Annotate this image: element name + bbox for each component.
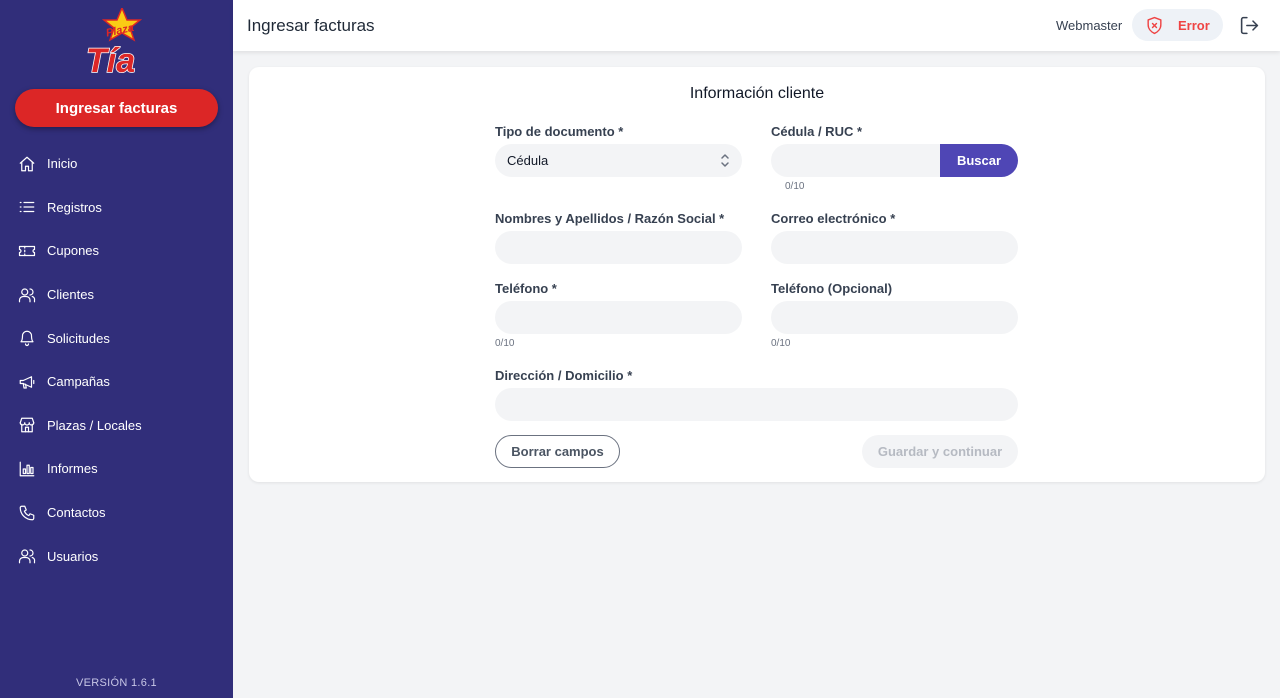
id-input-wrapper xyxy=(771,144,961,177)
status-text: Error xyxy=(1178,17,1210,33)
form-title: Información cliente xyxy=(689,85,825,102)
name-input-wrapper xyxy=(495,231,742,264)
phone2-input[interactable] xyxy=(771,301,1018,334)
chart-icon xyxy=(19,461,35,477)
sidebar-item-label: Contactos xyxy=(47,505,106,521)
sidebar-item-solicitudes[interactable]: Solicitudes xyxy=(0,316,233,360)
sidebar-item-label: Cupones xyxy=(47,243,100,259)
client-info-card: Información cliente Tipo de documento * … xyxy=(249,67,1265,482)
sidebar-item-usuarios[interactable]: Usuarios xyxy=(0,534,233,578)
logout-icon xyxy=(1240,16,1259,35)
phone2-input-wrapper xyxy=(771,301,1018,334)
sidebar-item-campanas[interactable]: Campañas xyxy=(0,360,233,404)
users-icon xyxy=(18,287,36,302)
svg-text:Tía: Tía xyxy=(86,42,135,76)
clear-fields-button[interactable]: Borrar campos xyxy=(495,435,620,468)
sidebar-item-label: Inicio xyxy=(47,156,78,172)
email-input[interactable] xyxy=(771,231,1018,264)
save-continue-button[interactable]: Guardar y continuar xyxy=(862,435,1018,468)
sidebar-item-inicio[interactable]: Inicio xyxy=(0,142,233,186)
sidebar-item-label: Solicitudes xyxy=(47,330,110,346)
list-icon xyxy=(19,202,35,213)
shield-x-icon xyxy=(1147,16,1162,34)
address-input[interactable] xyxy=(495,388,1018,421)
id-label: Cédula / RUC * xyxy=(771,124,863,139)
users-icon xyxy=(18,549,36,564)
phone-input[interactable] xyxy=(495,301,742,334)
user-name: Webmaster xyxy=(1056,18,1123,33)
sidebar-item-contactos[interactable]: Contactos xyxy=(0,491,233,535)
name-input[interactable] xyxy=(495,231,742,264)
email-label: Correo electrónico * xyxy=(771,211,896,226)
sidebar-item-informes[interactable]: Informes xyxy=(0,447,233,491)
top-header: Ingresar facturas Webmaster Error xyxy=(233,0,1280,51)
megaphone-icon xyxy=(19,375,35,389)
phone2-label: Teléfono (Opcional) xyxy=(771,281,893,296)
sidebar-item-label: Informes xyxy=(47,461,98,477)
name-label: Nombres y Apellidos / Razón Social * xyxy=(495,211,725,226)
ticket-icon xyxy=(18,245,36,257)
sidebar-item-clientes[interactable]: Clientes xyxy=(0,273,233,317)
sidebar-item-cupones[interactable]: Cupones xyxy=(0,229,233,273)
store-icon xyxy=(19,418,35,433)
phone2-counter: 0/10 xyxy=(771,338,791,349)
sidebar: Plaza Tía Ingresar facturas Inicio Regis… xyxy=(0,0,233,698)
sidebar-item-label: Campañas xyxy=(47,374,110,390)
sidebar-item-label: Usuarios xyxy=(47,548,99,564)
sidebar-nav: Inicio Registros Cupones Clientes Solici… xyxy=(0,142,233,578)
doc-type-label: Tipo de documento * xyxy=(495,124,624,139)
search-button[interactable]: Buscar xyxy=(940,144,1018,177)
id-counter: 0/10 xyxy=(785,181,805,192)
ingresar-facturas-button[interactable]: Ingresar facturas xyxy=(15,89,218,127)
sidebar-item-label: Clientes xyxy=(47,287,94,303)
sidebar-item-label: Plazas / Locales xyxy=(47,417,142,433)
phone-label: Teléfono * xyxy=(495,281,557,296)
status-badge[interactable]: Error xyxy=(1132,9,1223,41)
address-label: Dirección / Domicilio * xyxy=(495,368,633,383)
chevron-up-down-icon xyxy=(721,154,729,167)
bell-icon xyxy=(20,330,34,347)
doc-type-value: Cédula xyxy=(507,153,549,168)
sidebar-item-registros[interactable]: Registros xyxy=(0,186,233,230)
home-icon xyxy=(19,156,35,172)
page-title: Ingresar facturas xyxy=(247,16,375,35)
phone-input-wrapper xyxy=(495,301,742,334)
phone-icon xyxy=(19,505,35,520)
doc-type-select[interactable]: Cédula xyxy=(495,144,742,177)
sidebar-item-label: Registros xyxy=(47,199,102,215)
sidebar-item-plazas-locales[interactable]: Plazas / Locales xyxy=(0,404,233,448)
id-input[interactable] xyxy=(771,144,961,177)
phone-counter: 0/10 xyxy=(495,338,515,349)
version-label: VERSIÓN 1.6.1 xyxy=(76,677,157,689)
address-input-wrapper xyxy=(495,388,1018,421)
logout-button[interactable] xyxy=(1239,15,1260,36)
plaza-tia-logo[interactable]: Plaza Tía xyxy=(84,6,144,81)
email-input-wrapper xyxy=(771,231,1018,264)
